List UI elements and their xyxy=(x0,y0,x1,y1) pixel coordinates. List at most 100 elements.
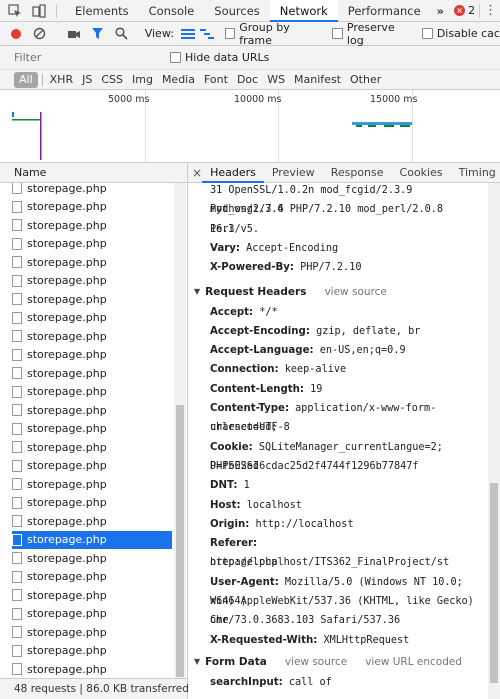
view-source-link[interactable]: view source xyxy=(324,286,386,298)
header-value: 19 xyxy=(310,383,323,395)
request-row[interactable]: storepage.php xyxy=(12,198,172,217)
type-filter-other[interactable]: Other xyxy=(346,72,385,88)
request-row[interactable]: storepage.php xyxy=(12,438,172,457)
header-key: Host: xyxy=(210,499,241,511)
search-icon[interactable] xyxy=(113,26,128,42)
type-filter-media[interactable]: Media xyxy=(158,72,199,88)
error-badge[interactable]: × 2 xyxy=(454,4,475,17)
request-name: storepage.php xyxy=(27,551,107,565)
request-list-scroll-thumb[interactable] xyxy=(176,405,184,677)
inspect-element-icon[interactable] xyxy=(6,2,24,20)
header-key: Accept-Encoding: xyxy=(210,325,310,337)
header-value: http://localhost xyxy=(255,518,354,530)
request-row[interactable]: storepage.php xyxy=(12,290,172,309)
tab-response[interactable]: Response xyxy=(323,163,392,183)
hide-data-urls-checkbox[interactable] xyxy=(170,52,181,63)
view-label: View: xyxy=(144,27,174,40)
document-file-icon xyxy=(12,644,22,657)
tab-timing[interactable]: Timing xyxy=(451,163,500,183)
type-filter-css[interactable]: CSS xyxy=(97,72,127,88)
settings-kebab-icon[interactable]: ⋮ xyxy=(484,3,497,18)
request-name: storepage.php xyxy=(27,588,107,602)
tab-preview[interactable]: Preview xyxy=(264,163,323,183)
request-row[interactable]: storepage.php xyxy=(12,457,172,476)
clear-icon[interactable] xyxy=(31,26,46,42)
type-filter-ws[interactable]: WS xyxy=(263,72,289,88)
error-count: 2 xyxy=(468,4,476,17)
large-rows-icon[interactable] xyxy=(180,26,195,42)
header-value: orepage.php xyxy=(210,557,278,569)
request-header-line: Accept: */* xyxy=(210,303,486,322)
more-tabs-button[interactable]: » xyxy=(431,0,450,22)
disable-cache-checkbox[interactable] xyxy=(422,28,433,39)
details-scrollbar[interactable] xyxy=(488,183,500,699)
request-row[interactable]: storepage.php xyxy=(12,383,172,402)
request-row[interactable]: storepage.php xyxy=(12,494,172,513)
request-name: storepage.php xyxy=(27,662,107,676)
request-row[interactable]: storepage.php xyxy=(12,660,172,678)
request-row[interactable]: storepage.php xyxy=(12,549,172,568)
header-value: PHP/7.2.10 xyxy=(300,262,362,274)
tab-cookies[interactable]: Cookies xyxy=(392,163,451,183)
tab-elements[interactable]: Elements xyxy=(65,0,139,22)
request-row[interactable]: storepage.php xyxy=(12,401,172,420)
device-toolbar-icon[interactable] xyxy=(30,2,48,20)
request-row[interactable]: storepage.php xyxy=(12,272,172,291)
type-filter-font[interactable]: Font xyxy=(200,72,232,88)
type-filter-js[interactable]: JS xyxy=(78,72,96,88)
request-row[interactable]: storepage.php xyxy=(12,642,172,661)
details-tabbar: × Headers Preview Response Cookies Timin… xyxy=(188,163,500,183)
request-row[interactable]: storepage.php xyxy=(12,183,172,198)
request-row[interactable]: storepage.php xyxy=(12,586,172,605)
request-row[interactable]: storepage.php xyxy=(12,512,172,531)
type-filter-img[interactable]: Img xyxy=(128,72,157,88)
screenshot-camera-icon[interactable] xyxy=(67,26,82,42)
waterfall-overview-icon[interactable] xyxy=(199,26,214,42)
request-row[interactable]: storepage.php xyxy=(12,623,172,642)
expand-triangle-icon[interactable]: ▼ xyxy=(194,287,200,296)
close-details-icon[interactable]: × xyxy=(192,166,202,180)
tab-console[interactable]: Console xyxy=(139,0,205,22)
type-filter-doc[interactable]: Doc xyxy=(233,72,262,88)
header-key: DNT: xyxy=(210,480,238,492)
request-list-scrollbar[interactable] xyxy=(174,183,186,678)
request-row[interactable]: storepage.php xyxy=(12,309,172,328)
view-source-link[interactable]: view source xyxy=(285,656,347,668)
preserve-log-checkbox[interactable] xyxy=(332,28,343,39)
document-file-icon xyxy=(12,367,22,380)
request-row[interactable]: storepage.php xyxy=(12,364,172,383)
request-row[interactable]: storepage.php xyxy=(12,605,172,624)
request-row[interactable]: storepage.php xyxy=(12,235,172,254)
group-by-frame-checkbox[interactable] xyxy=(224,28,236,39)
filter-funnel-icon[interactable] xyxy=(90,26,105,42)
expand-triangle-icon[interactable]: ▼ xyxy=(194,657,200,666)
header-key: X-Powered-By: xyxy=(210,262,294,274)
form-data-section[interactable]: ▼ Form Data view source view URL encoded xyxy=(194,653,484,671)
request-name: storepage.php xyxy=(27,477,107,491)
network-overview-timeline[interactable]: 5000 ms 10000 ms 15000 ms xyxy=(0,90,500,163)
request-row[interactable]: storepage.php xyxy=(12,253,172,272)
request-row[interactable]: storepage.php xyxy=(12,327,172,346)
name-column-header[interactable]: Name xyxy=(0,163,188,183)
details-scroll-thumb[interactable] xyxy=(490,483,498,683)
document-file-icon xyxy=(12,496,22,509)
request-row[interactable]: storepage.php xyxy=(12,568,172,587)
type-filter-all[interactable]: All xyxy=(14,71,38,88)
type-filter-xhr[interactable]: XHR xyxy=(46,72,77,88)
view-url-encoded-link[interactable]: view URL encoded xyxy=(365,656,462,668)
request-row[interactable]: storepage.php xyxy=(12,346,172,365)
tab-network[interactable]: Network xyxy=(269,0,338,22)
tab-sources[interactable]: Sources xyxy=(204,0,270,22)
request-row[interactable]: storepage.php xyxy=(12,475,172,494)
request-headers-section[interactable]: ▼ Request Headers view source xyxy=(194,283,484,301)
section-title: Request Headers xyxy=(205,285,307,298)
type-filter-manifest[interactable]: Manifest xyxy=(290,72,345,88)
filter-input[interactable] xyxy=(14,48,164,67)
request-row[interactable]: storepage.php xyxy=(12,530,172,549)
request-row[interactable]: storepage.php xyxy=(12,216,172,235)
record-icon[interactable] xyxy=(8,26,23,42)
document-file-icon xyxy=(12,256,22,269)
request-row[interactable]: storepage.php xyxy=(12,420,172,439)
tab-headers[interactable]: Headers xyxy=(202,163,264,183)
tab-performance[interactable]: Performance xyxy=(338,0,431,22)
